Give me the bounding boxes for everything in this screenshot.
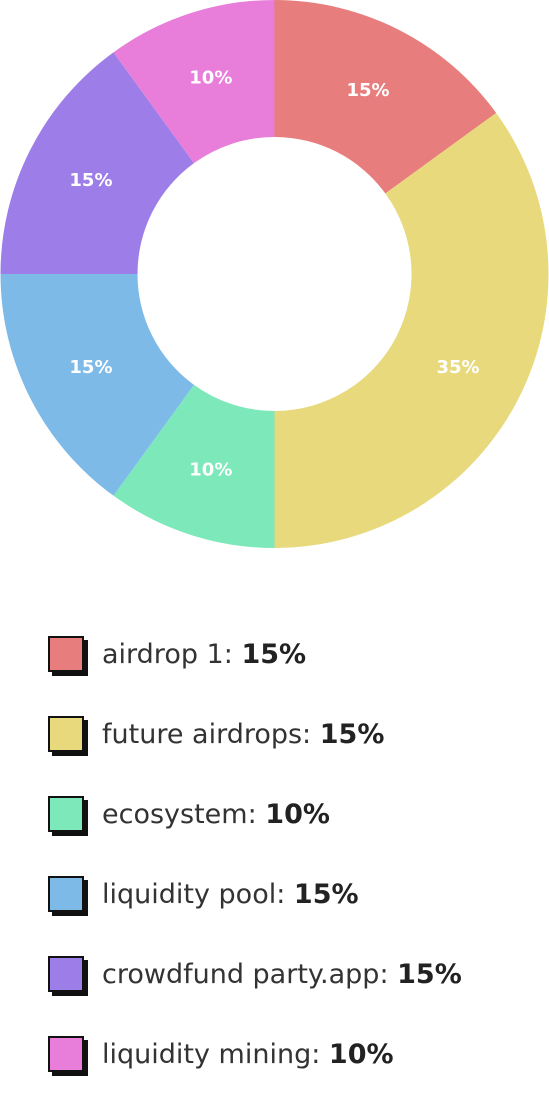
- legend-name: airdrop 1:: [102, 638, 233, 670]
- legend-label: future airdrops: 15%: [102, 719, 384, 750]
- legend-item-crowdfund-party-app: crowdfund party.app: 15%: [48, 952, 462, 996]
- slice-label: 35%: [437, 357, 480, 378]
- legend-swatch: [48, 796, 84, 832]
- slice-label: 15%: [69, 357, 112, 378]
- slice-label: 10%: [189, 459, 232, 480]
- legend-label: liquidity pool: 15%: [102, 879, 359, 910]
- legend-swatch: [48, 1036, 84, 1072]
- legend-value: 10%: [328, 1038, 394, 1070]
- donut-chart: 15% 35% 10% 15% 15% 10%: [0, 0, 549, 548]
- donut-slice-future-airdrops: [274, 112, 549, 548]
- legend-swatch: [48, 876, 84, 912]
- legend-value: 15%: [293, 878, 359, 910]
- legend-name: liquidity pool:: [102, 878, 286, 910]
- legend-item-liquidity-mining: liquidity mining: 10%: [48, 1032, 462, 1076]
- legend-label: liquidity mining: 10%: [102, 1039, 394, 1070]
- legend-label: ecosystem: 10%: [102, 799, 330, 830]
- legend-name: crowdfund party.app:: [102, 958, 389, 990]
- legend-name: ecosystem:: [102, 798, 257, 830]
- legend-item-airdrop-1: airdrop 1: 15%: [48, 632, 462, 676]
- legend-swatch: [48, 636, 84, 672]
- legend-name: future airdrops:: [102, 718, 312, 750]
- legend-swatch: [48, 956, 84, 992]
- legend-label: crowdfund party.app: 15%: [102, 959, 462, 990]
- legend-item-liquidity-pool: liquidity pool: 15%: [48, 872, 462, 916]
- legend-item-ecosystem: ecosystem: 10%: [48, 792, 462, 836]
- slice-label: 15%: [69, 170, 112, 191]
- slice-label: 15%: [346, 80, 389, 101]
- legend-value: 15%: [241, 638, 307, 670]
- slice-label: 10%: [189, 68, 232, 89]
- legend-item-future-airdrops: future airdrops: 15%: [48, 712, 462, 756]
- legend-value: 15%: [397, 958, 462, 990]
- legend-swatch: [48, 716, 84, 752]
- chart-legend: airdrop 1: 15% future airdrops: 15% ecos…: [48, 632, 462, 1112]
- legend-label: airdrop 1: 15%: [102, 639, 306, 670]
- legend-value: 15%: [319, 718, 385, 750]
- legend-value: 10%: [265, 798, 330, 830]
- legend-name: liquidity mining:: [102, 1038, 321, 1070]
